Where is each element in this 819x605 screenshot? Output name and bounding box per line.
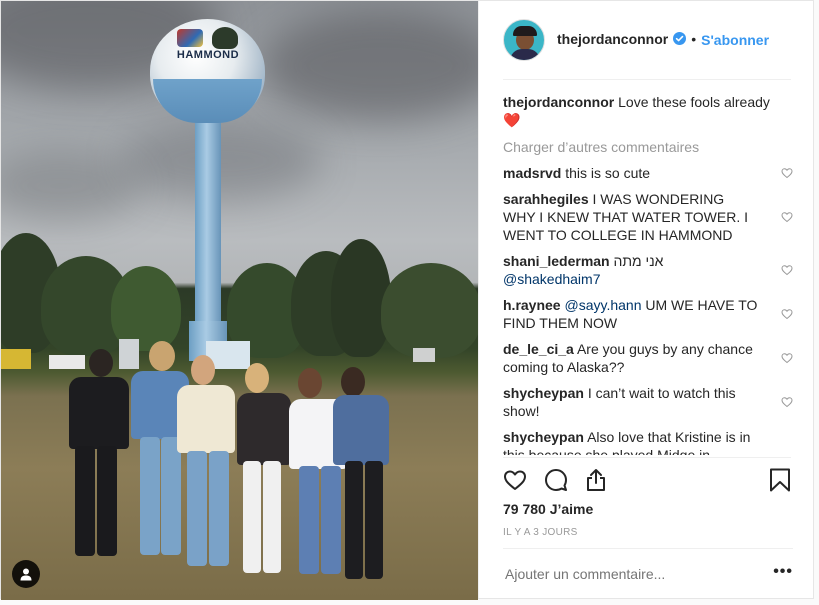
add-comment-input[interactable]	[503, 565, 737, 583]
speech-bubble-icon[interactable]	[544, 468, 568, 492]
post-timestamp[interactable]: IL Y A 3 JOURS	[503, 527, 578, 538]
tower-logo-tree	[212, 27, 238, 49]
like-comment-heart-icon[interactable]	[781, 211, 793, 223]
more-options-button[interactable]: •••	[773, 563, 793, 581]
comment-text: this is so cute	[565, 165, 651, 181]
tower-label: HAMMOND	[176, 49, 240, 61]
verified-badge-icon	[673, 32, 687, 50]
header-username[interactable]: thejordanconnor	[557, 31, 668, 47]
comment-username[interactable]: shycheypan	[503, 429, 584, 445]
comment-item: de_le_ci_a Are you guys by any chance co…	[503, 340, 793, 376]
heart-outline-icon[interactable]	[503, 468, 527, 492]
post-actions	[503, 457, 791, 504]
follow-button[interactable]: S'abonner	[701, 32, 769, 48]
load-more-comments-button[interactable]: Charger d’autres commentaires	[503, 139, 793, 155]
comment-text: אני מתה	[613, 253, 664, 269]
user-tag-button[interactable]	[12, 560, 40, 588]
post-photo[interactable]: HAMMOND	[1, 1, 478, 600]
like-comment-heart-icon[interactable]	[781, 264, 793, 276]
comment-item: sarahhegiles I WAS WONDERING WHY I KNEW …	[503, 190, 793, 244]
comment-username[interactable]: shycheypan	[503, 385, 584, 401]
post-side-panel: thejordanconnor • S'abonner thejordancon…	[478, 1, 814, 598]
comment-username[interactable]: de_le_ci_a	[503, 341, 574, 357]
comment-item: shycheypan Also love that Kristine is in…	[503, 428, 793, 455]
comment-mention[interactable]: @sayy.hann	[564, 297, 641, 313]
comment-item: shycheypan I can’t wait to watch this sh…	[503, 384, 793, 420]
like-comment-heart-icon[interactable]	[781, 308, 793, 320]
comment-mention[interactable]: @shakedhaim7	[503, 271, 601, 287]
caption-text: Love these fools already	[618, 94, 770, 110]
comment-item: shani_lederman אני מתה @shakedhaim7	[503, 252, 793, 288]
header-separator: •	[691, 31, 697, 47]
tower-logo-left	[177, 29, 203, 47]
comment-username[interactable]: madsrvd	[503, 165, 561, 181]
bookmark-icon[interactable]	[769, 468, 791, 492]
post-header: thejordanconnor • S'abonner	[503, 19, 791, 80]
add-comment-bar: •••	[503, 548, 793, 597]
heart-emoji: ❤️	[503, 112, 521, 128]
avatar[interactable]	[503, 19, 545, 61]
comment-item: madsrvd this is so cute	[503, 164, 793, 182]
like-comment-heart-icon[interactable]	[781, 352, 793, 364]
user-tag-icon	[20, 568, 32, 581]
comment-username[interactable]: sarahhegiles	[503, 191, 589, 207]
like-comment-heart-icon[interactable]	[781, 167, 793, 179]
comment-username[interactable]: h.raynee	[503, 297, 561, 313]
comment-username[interactable]: shani_lederman	[503, 253, 610, 269]
comment-item: h.raynee @sayy.hann UM WE HAVE TO FIND T…	[503, 296, 793, 332]
comments-list[interactable]: thejordanconnor Love these fools already…	[503, 93, 793, 455]
share-icon[interactable]	[584, 468, 608, 492]
instagram-post: HAMMOND thejordanconnor • S'abonner thej…	[0, 0, 814, 600]
post-caption: thejordanconnor Love these fools already…	[503, 93, 793, 129]
like-comment-heart-icon[interactable]	[781, 396, 793, 408]
caption-username[interactable]: thejordanconnor	[503, 94, 614, 110]
likes-count[interactable]: 79 780 J’aime	[503, 501, 593, 517]
